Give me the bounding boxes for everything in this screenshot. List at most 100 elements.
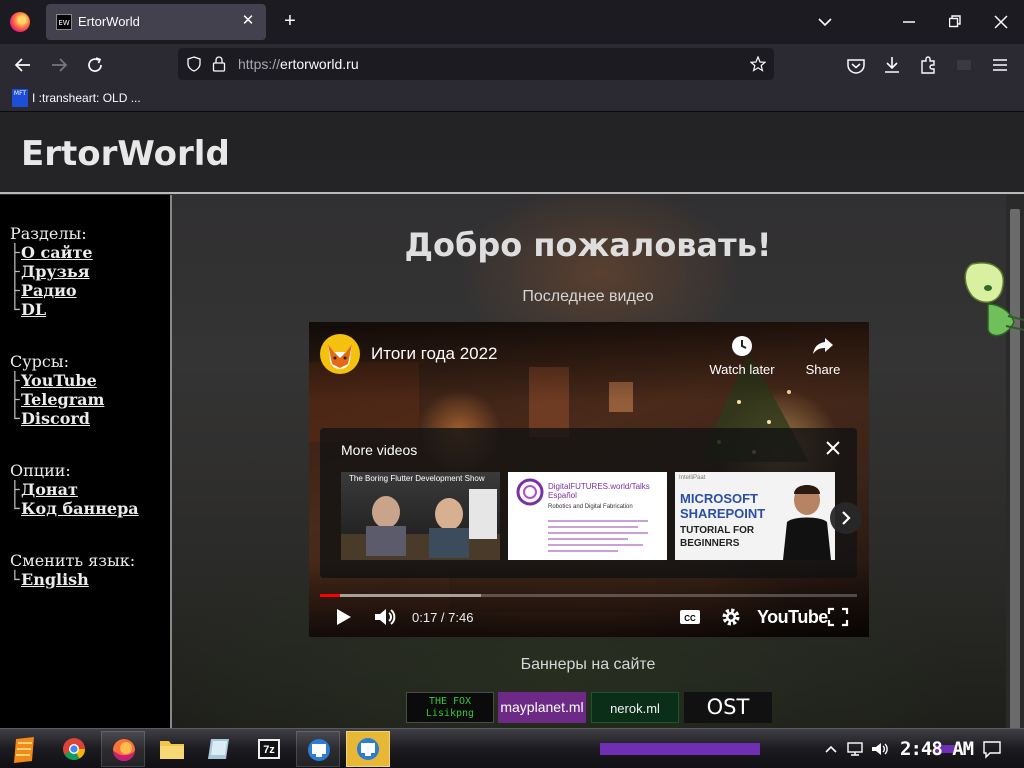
video-time: 0:17 / 7:46 — [412, 610, 474, 625]
downloads-icon[interactable] — [879, 52, 905, 78]
video-title[interactable]: Итоги года 2022 — [371, 344, 498, 364]
related-video-thumbnail[interactable]: DigitalFUTURES.world/Talks Español Robot… — [508, 472, 667, 560]
more-videos-panel: More videos The Boring Flutter Developme… — [320, 428, 862, 578]
played-bar — [320, 594, 340, 597]
taskbar-file-explorer[interactable] — [150, 731, 194, 767]
url-bar[interactable]: https://ertorworld.ru — [178, 48, 774, 80]
svg-text:CC: CC — [684, 614, 696, 623]
tab-close-icon[interactable]: ✕ — [238, 11, 258, 31]
close-window-button[interactable] — [978, 6, 1024, 38]
next-videos-button[interactable] — [830, 502, 862, 534]
volume-icon[interactable] — [372, 605, 398, 629]
notifications-icon[interactable] — [982, 739, 1002, 759]
sidebar-link-radio[interactable]: ├Радио — [10, 281, 170, 300]
bookmark-favicon-icon: MFT — [12, 89, 28, 107]
site-header: ErtorWorld — [0, 112, 1024, 194]
7zip-icon: 7z — [258, 739, 280, 759]
shield-icon[interactable] — [186, 56, 202, 72]
start-button-icon[interactable] — [4, 731, 48, 767]
chrome-icon — [63, 738, 85, 760]
chevron-right-icon — [842, 511, 851, 525]
forward-icon[interactable] — [46, 52, 72, 78]
share-button[interactable]: Share — [783, 334, 863, 377]
banner-mayplanet[interactable]: mayplanet.ml — [498, 692, 586, 723]
sidebar-link-english[interactable]: └English — [10, 570, 170, 589]
fullscreen-icon[interactable] — [827, 605, 849, 629]
speaker-icon[interactable] — [870, 740, 890, 758]
sidebar-link-donate[interactable]: ├Донат — [10, 480, 170, 499]
sidebar-link-banner-code[interactable]: └Код баннера — [10, 499, 170, 518]
sidebar-link-dl[interactable]: └DL — [10, 300, 170, 319]
latest-video-label: Последнее видео — [522, 288, 654, 305]
sidebar-link-telegram[interactable]: ├Telegram — [10, 390, 170, 409]
more-videos-title: More videos — [341, 442, 418, 458]
clock-icon — [732, 336, 752, 356]
restore-button[interactable] — [932, 6, 978, 38]
sidebar-heading: Сменить язык: — [10, 551, 136, 570]
reload-icon[interactable] — [82, 52, 108, 78]
firefox-icon — [113, 739, 135, 761]
network-icon[interactable] — [846, 740, 864, 758]
youtube-logo[interactable]: YouTube — [757, 607, 828, 628]
folder-icon — [160, 741, 184, 759]
play-icon[interactable] — [331, 605, 355, 629]
settings-gear-icon[interactable] — [719, 605, 743, 629]
lock-icon[interactable] — [212, 55, 226, 73]
spiral-logo-icon — [516, 478, 544, 506]
sidebar-link-youtube[interactable]: ├YouTube — [10, 371, 170, 390]
bookmark-item[interactable]: I :transheart: OLD ... — [32, 91, 141, 105]
banners-heading: Баннеры на сайте — [520, 656, 656, 673]
related-video-thumbnail[interactable]: IntelliPaat MICROSOFT SHAREPOINT TUTORIA… — [675, 472, 835, 560]
related-video-thumbnail[interactable]: The Boring Flutter Development Show — [341, 472, 500, 560]
watch-later-button[interactable]: Watch later — [702, 334, 782, 377]
taskbar-firefox[interactable] — [101, 731, 145, 767]
sidebar-section-sources: Сурсы: ├YouTube ├Telegram └Discord — [10, 352, 170, 428]
taskbar-remote-desktop-active[interactable] — [346, 731, 390, 767]
sidebar-section-sections: Разделы: ├О сайте ├Друзья ├Радио └DL — [10, 224, 170, 319]
favicon-icon: EW — [56, 14, 72, 30]
bookmarks-toolbar: MFT I :transheart: OLD ... — [0, 84, 1024, 112]
sidebar-heading: Опции: — [10, 461, 71, 480]
back-icon[interactable] — [10, 52, 36, 78]
bookmark-star-icon[interactable] — [750, 56, 766, 72]
pocket-icon[interactable] — [843, 52, 869, 78]
sidebar-link-discord[interactable]: └Discord — [10, 409, 170, 428]
sidebar-heading: Разделы: — [10, 224, 87, 243]
close-icon[interactable] — [823, 438, 843, 458]
thumbnail-person-image — [783, 485, 831, 560]
new-tab-button[interactable]: + — [278, 10, 302, 34]
captions-icon[interactable]: CC — [679, 605, 701, 629]
sidebar-heading: Сурсы: — [10, 352, 69, 371]
app-tile-icon — [208, 739, 229, 759]
taskbar-decoration — [600, 743, 760, 755]
taskbar: 7z 2:48 AM — [0, 728, 1024, 768]
taskbar-remote-desktop[interactable] — [296, 731, 340, 767]
extensions-icon[interactable] — [915, 52, 941, 78]
youtube-embed[interactable]: Итоги года 2022 Watch later Share More v… — [309, 322, 869, 637]
tab-ertorworld[interactable]: EW ErtorWorld ✕ — [46, 4, 266, 40]
peridot-mascot-image — [964, 262, 1024, 337]
chevron-up-icon[interactable] — [824, 741, 838, 757]
banner-nerok[interactable]: nerok.ml — [591, 692, 679, 723]
sidebar-section-language: Сменить язык: └English — [10, 551, 170, 589]
channel-avatar[interactable] — [320, 334, 360, 374]
tab-bar: EW ErtorWorld ✕ + — [0, 0, 1024, 44]
banner-thefox[interactable]: THE FOX Lisikpng — [406, 692, 494, 723]
buffered-bar — [320, 594, 482, 597]
video-progress-bar[interactable] — [320, 594, 857, 597]
url-text[interactable]: https://ertorworld.ru — [238, 56, 359, 72]
remote-desktop-icon — [308, 739, 330, 761]
chevron-down-icon[interactable] — [812, 10, 838, 34]
banner-ost[interactable]: OST — [684, 692, 772, 723]
firefox-icon[interactable] — [10, 12, 30, 32]
taskbar-chrome[interactable] — [52, 731, 96, 767]
sidebar-link-about[interactable]: ├О сайте — [10, 243, 170, 262]
taskbar-clock[interactable]: 2:48 AM — [900, 738, 974, 760]
taskbar-7zip[interactable]: 7z — [247, 731, 291, 767]
extension-disabled-icon[interactable] — [951, 52, 977, 78]
sidebar-link-friends[interactable]: ├Друзья — [10, 262, 170, 281]
minimize-button[interactable] — [886, 6, 932, 38]
menu-icon[interactable] — [987, 52, 1013, 78]
thumbnail-text-lines — [548, 520, 648, 552]
taskbar-app[interactable] — [198, 731, 242, 767]
